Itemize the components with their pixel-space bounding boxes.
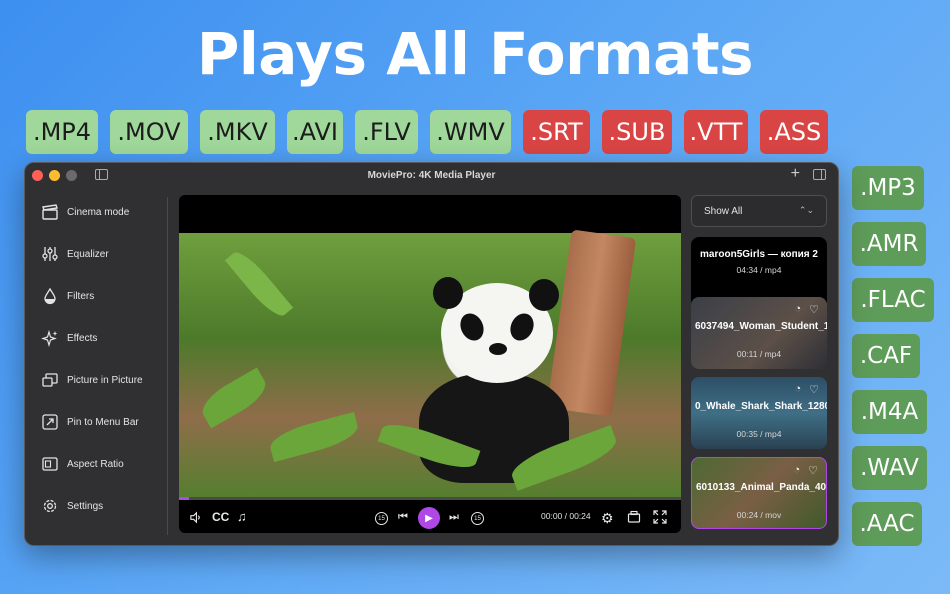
right-panel-toggle-icon[interactable] [813,169,826,180]
sparkles-icon [41,329,58,347]
playlist-item-name: maroon5Girls — копия 2 [700,249,818,260]
playlist-item-meta: 00:35 / mp4 [736,429,782,439]
sidebar-item-cinema-mode[interactable]: Cinema mode [41,203,129,221]
skip-forward-button[interactable]: 15 [471,512,484,525]
sidebar-item-effects[interactable]: Effects [41,329,97,347]
format-chip-wmv: .WMV [430,110,511,154]
sidebar-item-picture-in-picture[interactable]: Picture in Picture [41,371,143,389]
favorite-heart-icon[interactable]: ♡ [809,303,819,316]
player-controls: CC ♫ 15 ⏮ ▶ ⏭ 15 00:00 / 00:24 ⚙ [179,503,681,533]
format-chip-srt: .SRT [523,110,590,154]
playlist-item-actions: ◔ ♡ [794,303,819,316]
playlist-item-actions: ◔ ♡ [793,464,818,477]
add-icon[interactable]: + [791,165,800,183]
sidebar-item-aspect-ratio[interactable]: Aspect Ratio [41,455,124,473]
format-chip-sub: .SUB [602,110,672,154]
history-icon[interactable]: ◔ [794,383,801,396]
video-trunk [546,229,637,417]
video-panda-head [433,277,559,383]
zoom-button[interactable] [66,170,77,181]
playlist-item-meta: 04:34 / mp4 [736,265,782,275]
format-chip-caf: .CAF [852,334,920,378]
app-window: MoviePro: 4K Media Player + Cinema mode … [24,162,839,546]
history-icon[interactable]: ◔ [794,303,801,316]
volume-icon[interactable] [189,511,202,524]
sidebar-item-filters[interactable]: Filters [41,287,94,305]
sidebar-item-label: Equalizer [67,248,109,260]
chevron-up-down-icon: ⌃⌄ [798,205,814,215]
skip-back-button[interactable]: 15 [375,512,388,525]
format-chip-vtt: .VTT [684,110,748,154]
sidebar-toggle-icon[interactable] [95,169,108,180]
sidebar-item-label: Cinema mode [67,206,130,218]
playlist-filter-select[interactable]: Show All ⌃⌄ [691,195,827,227]
play-button[interactable]: ▶ [418,507,440,529]
sidebar-item-label: Filters [67,290,95,302]
close-button[interactable] [32,170,43,181]
playlist-item-meta: 00:11 / mp4 [736,349,782,359]
playlist-filter-value: Show All [704,205,743,217]
format-chip-mp4: .MP4 [26,110,98,154]
settings-gear-icon[interactable]: ⚙ [601,510,614,527]
format-chip-mov: .MOV [110,110,188,154]
skip-back-seconds: 15 [378,515,385,522]
gear-icon [43,499,57,513]
pin-icon [42,414,58,430]
format-chip-mkv: .MKV [200,110,275,154]
format-chip-amr: .AMR [852,222,926,266]
format-chip-mp3: .MP3 [852,166,924,210]
sliders-icon [42,247,58,261]
cast-icon[interactable] [627,510,641,524]
minimize-button[interactable] [49,170,60,181]
video-player[interactable]: CC ♫ 15 ⏮ ▶ ⏭ 15 00:00 / 00:24 ⚙ [179,195,681,533]
fullscreen-icon[interactable] [653,510,667,524]
sidebar-item-label: Aspect Ratio [67,458,124,470]
window-controls [32,170,77,181]
drop-icon [44,287,56,305]
playlist-item-name: 6010133_Animal_Panda_4096x2160 [696,482,827,493]
sidebar-item-label: Picture in Picture [67,374,143,386]
format-chip-avi: .AVI [287,110,343,154]
music-note-icon[interactable]: ♫ [237,509,247,524]
history-icon[interactable]: ◔ [793,464,800,477]
window-title: MoviePro: 4K Media Player [367,169,496,181]
format-chip-wav: .WAV [852,446,927,490]
sidebar-item-label: Settings [67,500,104,512]
sidebar-item-label: Effects [67,332,98,344]
video-frame[interactable] [179,229,681,497]
timecode: 00:00 / 00:24 [541,511,591,521]
playlist-item-meta: 00:24 / mov [736,510,782,520]
sidebar-item-settings[interactable]: Settings [41,497,103,515]
previous-track-icon[interactable]: ⏮ [398,511,408,524]
playlist-item[interactable]: ◔ ♡ 6037494_Woman_Student_1280x720 00:11… [691,297,827,369]
pip-icon [42,373,58,387]
sidebar: Cinema mode Equalizer Filters Effects Pi… [25,187,167,545]
closed-captions-button[interactable]: CC [212,510,229,524]
sidebar-divider [167,197,168,535]
skip-forward-seconds: 15 [474,515,481,522]
sidebar-item-equalizer[interactable]: Equalizer [41,245,109,263]
progress-bar[interactable] [179,497,681,500]
headline: Plays All Formats [196,20,754,88]
format-chip-flv: .FLV [355,110,418,154]
clapperboard-icon [42,204,58,220]
favorite-heart-icon[interactable]: ♡ [809,383,819,396]
sidebar-item-pin-to-menu-bar[interactable]: Pin to Menu Bar [41,413,139,431]
next-track-icon[interactable]: ⏭ [449,511,459,524]
playlist-item-active[interactable]: ◔ ♡ 6010133_Animal_Panda_4096x2160 00:24… [691,457,827,529]
playlist-item-name: 6037494_Woman_Student_1280x720 [695,321,827,332]
progress-fill [179,497,190,500]
playlist-item-actions: ◔ ♡ [794,383,819,396]
format-chip-aac: .AAC [852,502,922,546]
title-bar: MoviePro: 4K Media Player + [25,163,838,187]
playlist-panel: Show All ⌃⌄ maroon5Girls — копия 2 04:34… [691,195,829,535]
playlist-item[interactable]: ◔ ♡ 0_Whale_Shark_Shark_1280x720 00:35 /… [691,377,827,449]
format-chip-ass: .ASS [760,110,828,154]
aspect-ratio-icon [42,457,58,471]
format-chip-flac: .FLAC [852,278,934,322]
sidebar-item-label: Pin to Menu Bar [67,416,139,428]
favorite-heart-icon[interactable]: ♡ [808,464,818,477]
playlist-item-name: 0_Whale_Shark_Shark_1280x720 [695,401,827,412]
format-chip-m4a: .M4A [852,390,927,434]
